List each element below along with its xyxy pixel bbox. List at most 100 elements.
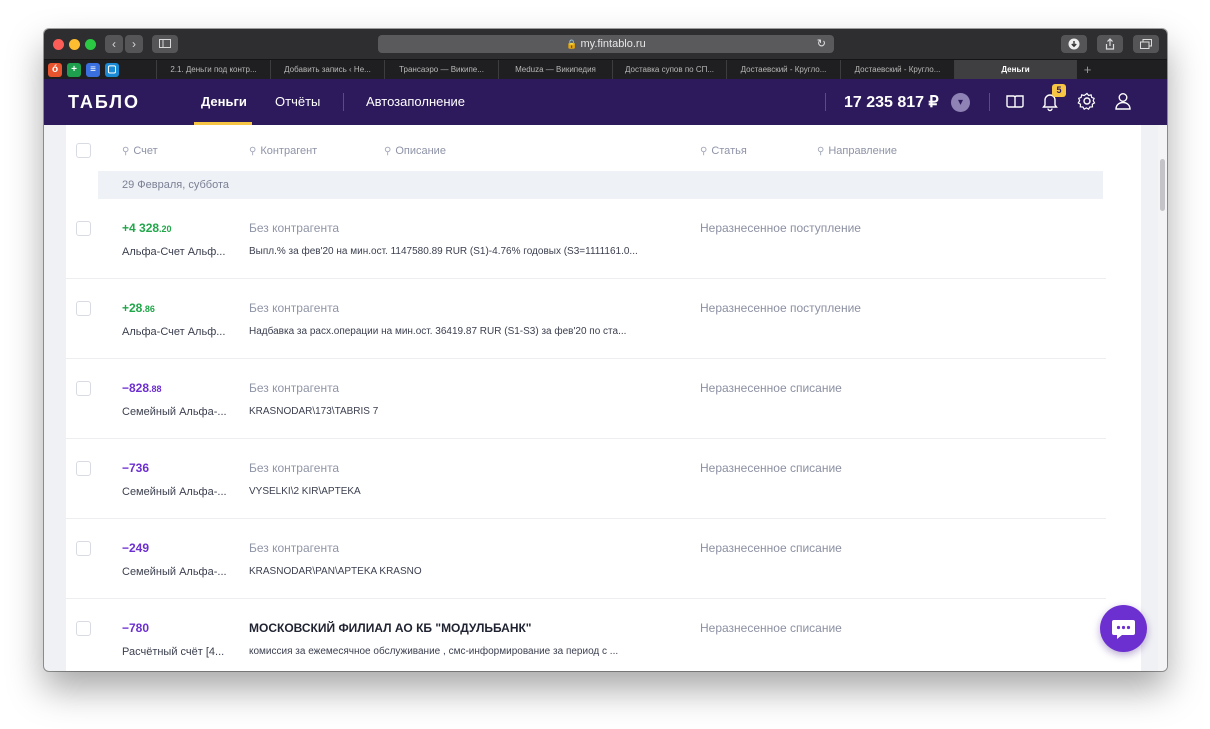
row-checkbox[interactable] (76, 461, 91, 476)
downloads-icon[interactable] (1061, 35, 1087, 53)
tab-5[interactable]: Достаевский - Кругло... (726, 60, 840, 80)
category[interactable]: Неразнесенное списание (700, 381, 842, 395)
tabs-overview-icon[interactable] (1133, 35, 1159, 53)
tab-2[interactable]: Трансаэро — Википе... (384, 60, 498, 80)
amount: −780 (122, 621, 150, 635)
column-counterparty[interactable]: ⚲ Контрагент (249, 145, 317, 157)
favorites-bar: ó + ≡ ▢ (48, 63, 119, 77)
share-icon[interactable] (1097, 35, 1123, 53)
description: VYSELKI\2 KIR\APTEKA (249, 486, 361, 497)
row-checkbox[interactable] (76, 221, 91, 236)
counterparty[interactable]: МОСКОВСКИЙ ФИЛИАЛ АО КБ "МОДУЛЬБАНК" (249, 621, 532, 635)
counterparty[interactable]: Без контрагента (249, 221, 339, 235)
balance-divider (825, 93, 826, 111)
category[interactable]: Неразнесенное списание (700, 461, 842, 475)
notification-badge: 5 (1052, 84, 1066, 97)
total-balance[interactable]: 17 235 817 ₽ (844, 92, 939, 112)
amount: −828.88 (122, 381, 162, 395)
tab-6[interactable]: Достаевский - Кругло... (840, 60, 954, 80)
sort-icon: ⚲ (817, 146, 825, 157)
column-description[interactable]: ⚲ Описание (384, 145, 446, 157)
description: Выпл.% за фев'20 на мин.ост. 1147580.89 … (249, 246, 638, 257)
tab-1[interactable]: Добавить запись ‹ Не... (270, 60, 384, 80)
category[interactable]: Неразнесенное списание (700, 541, 842, 555)
amount: −249 (122, 541, 150, 555)
counterparty[interactable]: Без контрагента (249, 301, 339, 315)
book-icon[interactable] (1004, 90, 1026, 112)
tab-3[interactable]: Meduza — Википедия (498, 60, 612, 80)
user-icon[interactable] (1112, 90, 1134, 112)
tab-bar: ó + ≡ ▢ 2.1. Деньги под контр... Добавит… (44, 59, 1167, 80)
table-row[interactable]: −736 Семейный Альфа-... Без контрагента … (66, 439, 1106, 519)
row-checkbox[interactable] (76, 301, 91, 316)
scrollbar-thumb[interactable] (1160, 159, 1165, 211)
lock-icon: 🔒 (566, 39, 578, 49)
tab-active[interactable]: Деньги (954, 60, 1076, 80)
counterparty[interactable]: Без контрагента (249, 461, 339, 475)
row-checkbox[interactable] (76, 541, 91, 556)
counterparty[interactable]: Без контрагента (249, 381, 339, 395)
table-row[interactable]: −828.88 Семейный Альфа-... Без контраген… (66, 359, 1106, 439)
description: комиссия за ежемесячное обслуживание , с… (249, 646, 619, 657)
tab-4[interactable]: Доставка супов по СП... (612, 60, 726, 80)
nav-reports[interactable]: Отчёты (275, 94, 320, 109)
sort-icon: ⚲ (122, 146, 130, 157)
nav-autofill[interactable]: Автозаполнение (366, 94, 465, 109)
chevron-down-icon[interactable]: ▾ (951, 93, 970, 112)
column-direction[interactable]: ⚲ Направление (817, 145, 897, 157)
sort-icon: ⚲ (249, 146, 257, 157)
back-icon[interactable]: ‹ (105, 35, 123, 53)
row-checkbox[interactable] (76, 621, 91, 636)
category[interactable]: Неразнесенное поступление (700, 221, 861, 235)
tab-0[interactable]: 2.1. Деньги под контр... (156, 60, 270, 80)
amount: +4 328.20 (122, 221, 172, 235)
sort-icon: ⚲ (384, 146, 392, 157)
account: Семейный Альфа-... (122, 566, 227, 578)
icons-divider (989, 93, 990, 111)
close-window-button[interactable] (53, 39, 64, 50)
category[interactable]: Неразнесенное списание (700, 621, 842, 635)
forward-icon[interactable]: › (125, 35, 143, 53)
nav-divider (343, 93, 344, 111)
description: Надбавка за расх.операции на мин.ост. 36… (249, 326, 627, 337)
app-header: ТАБЛО Деньги Отчёты Автозаполнение 17 23… (44, 79, 1167, 125)
amount: −736 (122, 461, 150, 475)
amount: +28.86 (122, 301, 155, 315)
favorite-site-icon[interactable]: ó (48, 63, 62, 77)
date-group-header: 29 Февраля, суббота (98, 171, 1103, 199)
row-checkbox[interactable] (76, 381, 91, 396)
minimize-window-button[interactable] (69, 39, 80, 50)
scrollbar[interactable] (1158, 125, 1167, 671)
table-row[interactable]: −780 Расчётный счёт [4... МОСКОВСКИЙ ФИЛ… (66, 599, 1106, 671)
browser-window: ‹ › 🔒 my.fintablo.ru ↻ ó + ≡ ▢ 2.1. Деньг… (44, 29, 1167, 671)
trello-icon[interactable]: ▢ (105, 63, 119, 77)
column-category[interactable]: ⚲ Статья (700, 145, 747, 157)
description: KRASNODAR\PAN\APTEKA KRASNO (249, 566, 422, 577)
zoom-window-button[interactable] (85, 39, 96, 50)
category[interactable]: Неразнесенное поступление (700, 301, 861, 315)
logo[interactable]: ТАБЛО (68, 92, 140, 113)
account: Семейный Альфа-... (122, 486, 227, 498)
account: Альфа-Счет Альф... (122, 326, 226, 338)
gear-icon[interactable] (1076, 90, 1098, 112)
chat-button[interactable] (1100, 605, 1147, 652)
sort-icon: ⚲ (700, 146, 708, 157)
counterparty[interactable]: Без контрагента (249, 541, 339, 555)
sidebar-toggle-icon[interactable] (152, 35, 178, 53)
account: Семейный Альфа-... (122, 406, 227, 418)
column-account[interactable]: ⚲ Счет (122, 145, 158, 157)
description: KRASNODAR\173\TABRIS 7 (249, 406, 379, 417)
table-row[interactable]: +4 328.20 Альфа-Счет Альф... Без контраг… (66, 199, 1106, 279)
table-row[interactable]: +28.86 Альфа-Счет Альф... Без контрагент… (66, 279, 1106, 359)
sheets-icon[interactable]: + (67, 63, 81, 77)
chat-icon (1112, 620, 1135, 639)
address-bar[interactable]: 🔒 my.fintablo.ru ↻ (378, 35, 834, 53)
new-tab-button[interactable]: + (1076, 60, 1098, 80)
nav-money[interactable]: Деньги (201, 94, 247, 109)
transactions-panel: ⚲ Счет ⚲ Контрагент ⚲ Описание ⚲ Статья ⚲ Нап… (66, 125, 1141, 671)
reload-icon[interactable]: ↻ (817, 35, 826, 53)
title-bar: ‹ › 🔒 my.fintablo.ru ↻ (44, 29, 1167, 59)
select-all-checkbox[interactable] (76, 143, 91, 158)
docs-icon[interactable]: ≡ (86, 63, 100, 77)
table-row[interactable]: −249 Семейный Альфа-... Без контрагента … (66, 519, 1106, 599)
